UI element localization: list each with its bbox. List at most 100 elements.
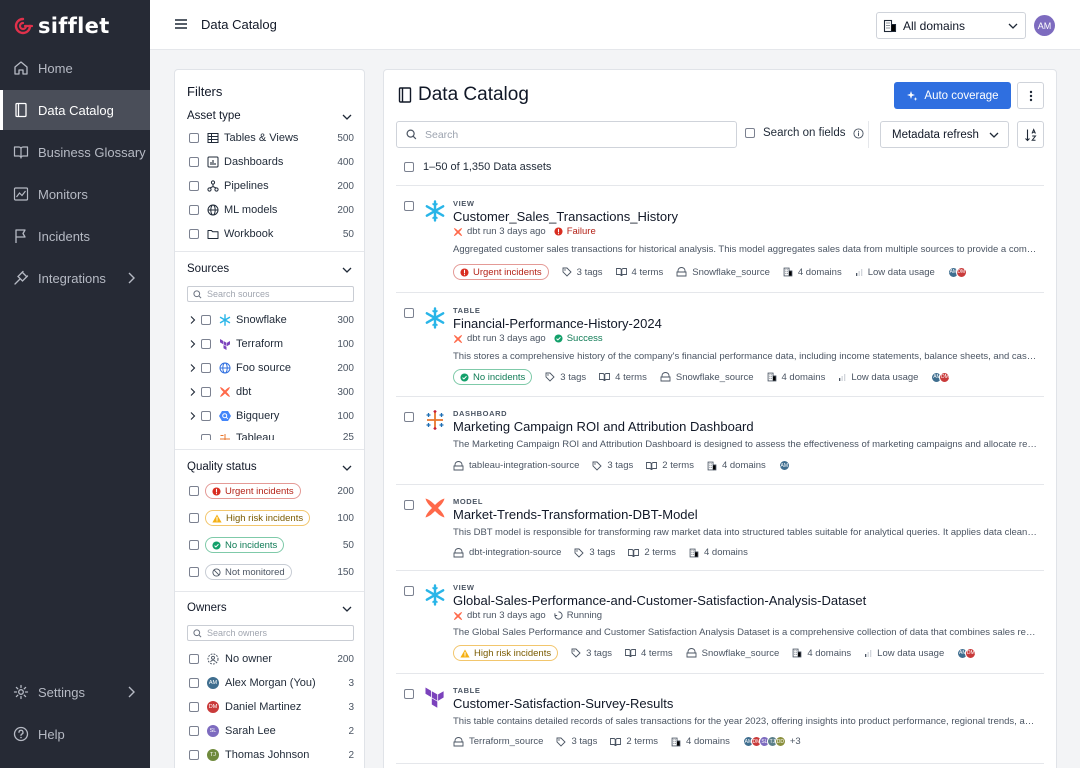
sidebar-item-integrations[interactable]: Integrations bbox=[0, 258, 150, 298]
asset-row[interactable]: TABLE Customer-Satisfaction-Survey-Resul… bbox=[396, 674, 1044, 764]
asset-checkbox[interactable] bbox=[404, 500, 414, 510]
sidebar-item-home[interactable]: Home bbox=[0, 48, 150, 88]
quality-filter-no-incidents[interactable]: No incidents 50 bbox=[189, 536, 354, 554]
checkbox[interactable] bbox=[189, 157, 199, 167]
sidebar-item-business-glossary[interactable]: Business Glossary bbox=[0, 132, 150, 172]
asset-checkbox[interactable] bbox=[404, 412, 414, 422]
checkbox[interactable] bbox=[201, 434, 211, 440]
sources-search-input[interactable]: Search sources bbox=[187, 286, 354, 302]
brand-logo[interactable]: sifflet bbox=[12, 14, 110, 38]
sidebar-item-data-catalog[interactable]: Data Catalog bbox=[0, 90, 150, 130]
terms-count[interactable]: 4 terms bbox=[625, 648, 673, 659]
chevron-right-icon[interactable] bbox=[189, 411, 197, 421]
chevron-right-icon[interactable] bbox=[189, 387, 197, 397]
asset-checkbox[interactable] bbox=[404, 586, 414, 596]
high-risk-incidents-badge[interactable]: High risk incidents bbox=[453, 645, 559, 661]
terms-count[interactable]: 2 terms bbox=[610, 736, 658, 747]
menu-button[interactable] bbox=[174, 17, 188, 31]
checkbox[interactable] bbox=[201, 387, 211, 397]
checkbox[interactable] bbox=[189, 486, 199, 496]
user-avatar[interactable]: AM bbox=[1034, 15, 1055, 36]
checkbox[interactable] bbox=[189, 702, 199, 712]
quality-filter-high-risk[interactable]: High risk incidents 100 bbox=[189, 509, 354, 527]
source-filter-dbt[interactable]: dbt 300 bbox=[190, 383, 354, 401]
metadata-refresh-button[interactable]: Metadata refresh bbox=[880, 121, 1009, 148]
domains-count[interactable]: 4 domains bbox=[767, 372, 825, 383]
source-link[interactable]: Snowflake_source bbox=[660, 372, 754, 383]
domains-count[interactable]: 4 domains bbox=[671, 736, 730, 747]
tags-count[interactable]: 3 tags bbox=[592, 460, 633, 471]
sources-section-header[interactable]: Sources bbox=[187, 263, 354, 275]
chevron-right-icon[interactable] bbox=[189, 315, 197, 325]
info-icon[interactable] bbox=[853, 127, 865, 139]
chevron-right-icon[interactable] bbox=[189, 339, 197, 349]
terms-count[interactable]: 2 terms bbox=[628, 547, 676, 558]
tags-count[interactable]: 3 tags bbox=[562, 267, 603, 278]
select-all-checkbox[interactable] bbox=[404, 162, 414, 172]
domains-count[interactable]: 4 domains bbox=[792, 648, 851, 659]
source-filter-tableau[interactable]: Tableau 25 bbox=[201, 431, 354, 440]
asset-type-section-header[interactable]: Asset type bbox=[187, 110, 354, 122]
asset-name[interactable]: Customer_Sales_Transactions_History bbox=[453, 209, 678, 224]
asset-name[interactable]: Global-Sales-Performance-and-Customer-Sa… bbox=[453, 593, 866, 608]
checkbox[interactable] bbox=[189, 229, 199, 239]
checkbox[interactable] bbox=[189, 133, 199, 143]
checkbox[interactable] bbox=[201, 411, 211, 421]
asset-checkbox[interactable] bbox=[404, 201, 414, 211]
asset-type-filter-pipelines[interactable]: Pipelines 200 bbox=[189, 177, 354, 195]
asset-row[interactable]: TABLE Financial-Performance-History-2024… bbox=[396, 293, 1044, 397]
asset-checkbox[interactable] bbox=[404, 308, 414, 318]
terms-count[interactable]: 4 terms bbox=[599, 372, 647, 383]
owner-filter-no-owner[interactable]: No owner 200 bbox=[189, 650, 354, 668]
asset-name[interactable]: Marketing Campaign ROI and Attribution D… bbox=[453, 419, 754, 434]
terms-count[interactable]: 4 terms bbox=[615, 267, 663, 278]
no-incidents-badge[interactable]: No incidents bbox=[453, 369, 533, 385]
source-filter-bigquery[interactable]: Bigquery 100 bbox=[190, 407, 354, 425]
owners-search-input[interactable]: Search owners bbox=[187, 625, 354, 641]
sidebar-item-help[interactable]: Help bbox=[0, 714, 150, 754]
checkbox[interactable] bbox=[189, 750, 199, 760]
source-link[interactable]: Terraform_source bbox=[453, 736, 543, 747]
domain-select[interactable]: All domains bbox=[876, 12, 1026, 39]
asset-name[interactable]: Financial-Performance-History-2024 bbox=[453, 316, 662, 331]
checkbox[interactable] bbox=[189, 678, 199, 688]
source-link[interactable]: Snowflake_source bbox=[686, 648, 779, 659]
tags-count[interactable]: 3 tags bbox=[545, 372, 586, 383]
owner-filter-thomas-johnson[interactable]: TJ Thomas Johnson 2 bbox=[189, 746, 354, 764]
owner-avatars[interactable]: AM DM bbox=[957, 647, 977, 659]
checkbox[interactable] bbox=[189, 205, 199, 215]
auto-coverage-button[interactable]: Auto coverage bbox=[894, 82, 1011, 109]
owner-filter-sarah-lee[interactable]: SL Sarah Lee 2 bbox=[189, 722, 354, 740]
asset-type-filter-workbook[interactable]: Workbook 50 bbox=[189, 225, 354, 243]
asset-row[interactable]: VIEW Customer_Sales_Transactions_History… bbox=[396, 186, 1044, 293]
source-link[interactable]: Snowflake_source bbox=[676, 267, 770, 278]
checkbox[interactable] bbox=[201, 339, 211, 349]
owner-avatars[interactable]: AM DM bbox=[931, 371, 951, 383]
owner-filter-daniel-martinez[interactable]: DM Daniel Martinez 3 bbox=[189, 698, 354, 716]
tags-count[interactable]: 3 tags bbox=[571, 648, 612, 659]
checkbox[interactable] bbox=[189, 726, 199, 736]
quality-filter-not-monitored[interactable]: Not monitored 150 bbox=[189, 563, 354, 581]
owner-avatars[interactable]: AM bbox=[778, 460, 790, 471]
more-options-button[interactable] bbox=[1017, 82, 1044, 109]
tags-count[interactable]: 3 tags bbox=[556, 736, 597, 747]
domains-count[interactable]: 4 domains bbox=[783, 267, 842, 278]
checkbox[interactable] bbox=[189, 654, 199, 664]
sidebar-item-incidents[interactable]: Incidents bbox=[0, 216, 150, 256]
quality-status-section-header[interactable]: Quality status bbox=[187, 461, 354, 473]
asset-name[interactable]: Customer-Satisfaction-Survey-Results bbox=[453, 696, 673, 711]
checkbox[interactable] bbox=[189, 567, 199, 577]
checkbox[interactable] bbox=[201, 363, 211, 373]
asset-type-filter-tables-views[interactable]: Tables & Views 500 bbox=[189, 129, 354, 147]
asset-row[interactable]: DASHBOARD Marketing Campaign ROI and Att… bbox=[396, 397, 1044, 485]
checkbox[interactable] bbox=[189, 181, 199, 191]
source-link[interactable]: dbt-integration-source bbox=[453, 547, 561, 558]
sort-button[interactable] bbox=[1017, 121, 1044, 148]
asset-type-filter-dashboards[interactable]: Dashboards 400 bbox=[189, 153, 354, 171]
asset-name[interactable]: Market-Trends-Transformation-DBT-Model bbox=[453, 507, 698, 522]
tags-count[interactable]: 3 tags bbox=[574, 547, 615, 558]
source-filter-terraform[interactable]: Terraform 100 bbox=[190, 335, 354, 353]
checkbox[interactable] bbox=[745, 128, 755, 138]
domains-count[interactable]: 4 domains bbox=[707, 460, 766, 471]
search-on-fields-toggle[interactable]: Search on fields bbox=[745, 127, 865, 139]
